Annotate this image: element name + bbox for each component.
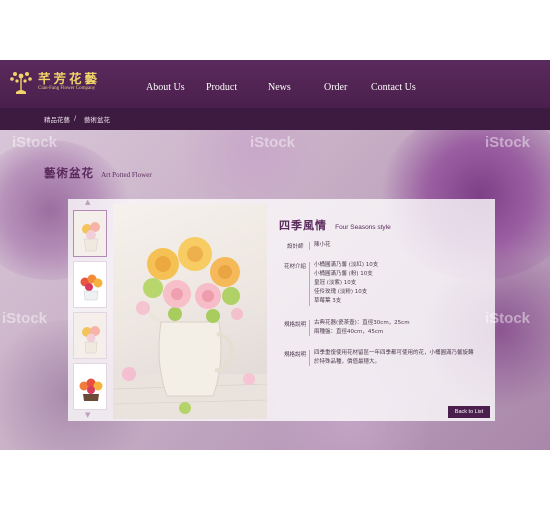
thumbnail-list: ▲ ▼ — [73, 198, 109, 419]
breadcrumb-item-premium[interactable]: 精品花藝 — [44, 114, 70, 124]
brand-title: 芊芳花藝 — [38, 71, 101, 86]
detail-label-description: 規格說明 — [284, 352, 307, 358]
breadcrumb: 精品花藝 / 藝術盆花 — [0, 108, 550, 130]
thumbnail-image — [74, 313, 106, 358]
product-title: 四季風情 Four Seasons style — [279, 214, 391, 233]
detail-value-material-2: 小桶圓滿乃馨 (粉) 10支 — [314, 271, 373, 277]
nav-about-us[interactable]: About Us — [146, 82, 185, 93]
chevron-down-icon[interactable]: ▼ — [85, 411, 90, 419]
detail-value-description-1: 四季重復使用花材留區一年四季都可使用的花，小桶圓滿乃馨旋轉 — [314, 350, 474, 356]
nav-news[interactable]: News — [268, 82, 291, 93]
product-main-image — [113, 204, 267, 419]
brand-subtitle: Cian-Fang Flower Company — [38, 86, 96, 91]
detail-value-spec-2: 兩種盤：直徑40cm，45cm — [314, 329, 384, 335]
detail-value-designer: 陳小花 — [314, 242, 331, 248]
breadcrumb-item-current: 藝術盆花 — [84, 116, 110, 124]
watermark: iStock — [250, 134, 296, 151]
chevron-up-icon[interactable]: ▲ — [85, 198, 90, 206]
thumbnail-2[interactable] — [73, 261, 107, 308]
logo[interactable]: 芊芳花藝 Cian-Fang Flower Company — [6, 66, 136, 102]
product-title-zh: 四季風情 — [279, 219, 327, 232]
detail-value-material-3: 皇冠 (淡紫) 10支 — [314, 280, 357, 286]
divider — [309, 350, 310, 366]
thumbnail-image — [74, 262, 106, 307]
back-to-list-button[interactable]: Back to List — [448, 406, 490, 418]
thumbnail-3[interactable] — [73, 312, 107, 359]
product-title-en: Four Seasons style — [335, 224, 391, 231]
watermark: iStock — [12, 134, 58, 151]
detail-label-spec: 規格說明 — [284, 322, 307, 328]
nav-product[interactable]: Product — [206, 82, 237, 93]
watermark: iStock — [485, 134, 531, 151]
detail-value-spec-1: 古典花器(瓷茶壺)：直徑30cm，25cm — [314, 320, 410, 326]
thumbnail-image — [74, 364, 106, 409]
page-title-zh: 藝術盆花 — [44, 166, 94, 180]
site-header: 芊芳花藝 Cian-Fang Flower Company About Us P… — [0, 60, 550, 108]
page-title-en: Art Potted Flower — [101, 171, 152, 179]
watermark: iStock — [2, 310, 48, 327]
thumbnail-image — [74, 211, 106, 256]
detail-value-material-1: 小桶圓滿乃馨 (淡紅) 10支 — [314, 262, 379, 268]
detail-value-material-4: 佳伶玫瑰 (淡粉) 10支 — [314, 289, 368, 295]
nav-order[interactable]: Order — [324, 82, 347, 93]
detail-label-materials: 花材介紹 — [284, 264, 307, 270]
divider — [309, 262, 310, 306]
divider — [309, 242, 310, 250]
detail-label-designer: 設計師 — [287, 244, 304, 250]
thumbnail-4[interactable] — [73, 363, 107, 410]
flower-arrangement-image — [113, 237, 267, 419]
breadcrumb-separator: / — [74, 114, 77, 122]
page-title: 藝術盆花 Art Potted Flower — [44, 162, 152, 181]
nav-contact-us[interactable]: Contact Us — [371, 82, 416, 93]
divider — [309, 320, 310, 336]
flower-logo-icon — [10, 72, 32, 94]
thumbnail-1[interactable] — [73, 210, 107, 257]
detail-value-material-5: 草莓葉 3支 — [314, 298, 342, 304]
detail-value-description-2: 於特殊品種，價值最穩大。 — [314, 359, 381, 365]
page: 芊芳花藝 Cian-Fang Flower Company About Us P… — [0, 60, 550, 450]
